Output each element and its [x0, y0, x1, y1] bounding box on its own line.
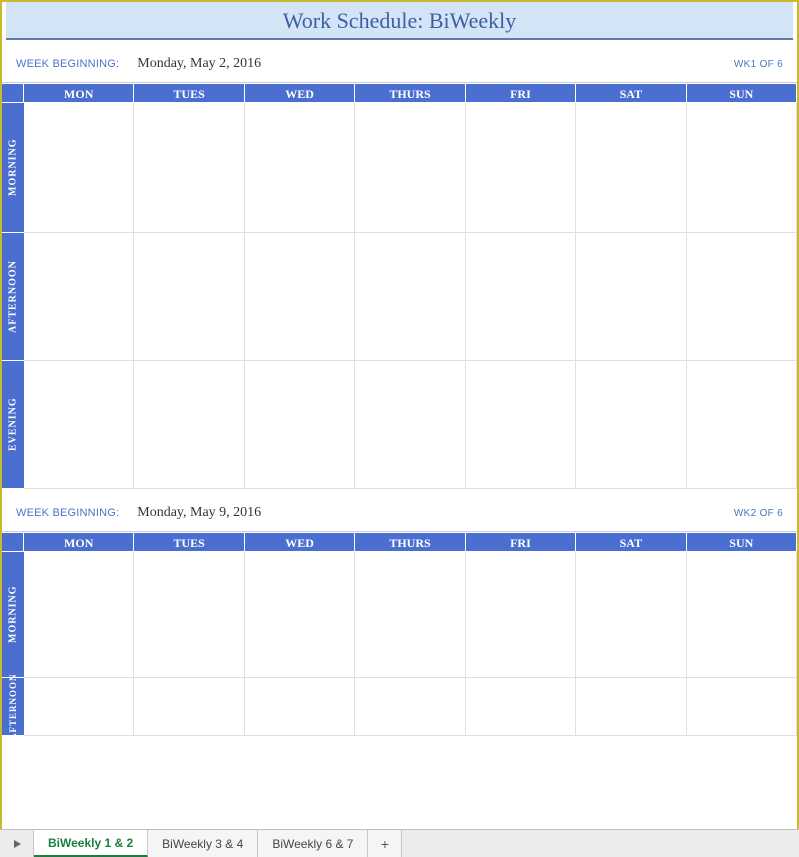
cell[interactable] — [245, 361, 355, 489]
cell[interactable] — [24, 103, 134, 233]
period-afternoon: AFTERNOON — [2, 233, 24, 361]
cell[interactable] — [355, 103, 465, 233]
cell[interactable] — [576, 233, 686, 361]
play-icon — [12, 839, 22, 849]
week-beginning-label: WEEK BEGINNING: — [16, 58, 119, 70]
period-afternoon-text: AFTERNOON — [8, 673, 18, 740]
cell[interactable] — [24, 678, 134, 736]
cell[interactable] — [24, 552, 134, 678]
cell[interactable] — [24, 361, 134, 489]
period-evening: EVENING — [2, 361, 24, 489]
week1-meta: WEEK BEGINNING: Monday, May 2, 2016 WK1 … — [2, 40, 797, 82]
document-frame: Work Schedule: BiWeekly WEEK BEGINNING: … — [0, 0, 799, 857]
cell[interactable] — [687, 233, 797, 361]
cell[interactable] — [134, 678, 244, 736]
week1-date: Monday, May 2, 2016 — [137, 56, 261, 72]
cell[interactable] — [687, 361, 797, 489]
cell[interactable] — [576, 552, 686, 678]
cell[interactable] — [134, 103, 244, 233]
cell[interactable] — [355, 233, 465, 361]
tab-biweekly-1-2[interactable]: BiWeekly 1 & 2 — [34, 830, 148, 857]
period-afternoon-partial: AFTERNOON — [2, 678, 24, 736]
day-header-tues: TUES — [134, 83, 244, 103]
cell[interactable] — [134, 233, 244, 361]
cell[interactable] — [576, 361, 686, 489]
sheet-tab-bar: BiWeekly 1 & 2 BiWeekly 3 & 4 BiWeekly 6… — [0, 829, 799, 857]
week-beginning-label: WEEK BEGINNING: — [16, 507, 119, 519]
cell[interactable] — [355, 552, 465, 678]
week2-date: Monday, May 9, 2016 — [137, 505, 261, 521]
tab-biweekly-3-4[interactable]: BiWeekly 3 & 4 — [148, 830, 258, 857]
day-header-thurs: THURS — [355, 83, 465, 103]
cell[interactable] — [576, 678, 686, 736]
day-header-fri: FRI — [466, 83, 576, 103]
week2-grid: MON TUES WED THURS FRI SAT SUN MORNING A… — [2, 531, 797, 736]
cell[interactable] — [466, 552, 576, 678]
day-header-mon: MON — [24, 83, 134, 103]
title-bar: Work Schedule: BiWeekly — [6, 2, 793, 40]
day-header-tues: TUES — [134, 532, 244, 552]
cell[interactable] — [134, 552, 244, 678]
tab-biweekly-6-7[interactable]: BiWeekly 6 & 7 — [258, 830, 368, 857]
day-header-wed: WED — [245, 532, 355, 552]
cell[interactable] — [355, 678, 465, 736]
cell[interactable] — [466, 678, 576, 736]
tab-nav-button[interactable] — [0, 830, 34, 857]
day-header-sun: SUN — [687, 532, 797, 552]
cell[interactable] — [687, 552, 797, 678]
week1-grid: MON TUES WED THURS FRI SAT SUN MORNING A… — [2, 82, 797, 489]
cell[interactable] — [466, 103, 576, 233]
cell[interactable] — [466, 233, 576, 361]
cell[interactable] — [355, 361, 465, 489]
period-morning: MORNING — [2, 103, 24, 233]
day-header-wed: WED — [245, 83, 355, 103]
cell[interactable] — [576, 103, 686, 233]
header-corner — [2, 83, 24, 103]
cell[interactable] — [245, 103, 355, 233]
day-header-fri: FRI — [466, 532, 576, 552]
scroll-region[interactable]: WEEK BEGINNING: Monday, May 2, 2016 WK1 … — [2, 40, 797, 855]
header-corner — [2, 532, 24, 552]
week2-counter: WK2 OF 6 — [734, 508, 783, 519]
cell[interactable] — [134, 361, 244, 489]
cell[interactable] — [24, 233, 134, 361]
cell[interactable] — [245, 552, 355, 678]
day-header-sat: SAT — [576, 532, 686, 552]
cell[interactable] — [466, 361, 576, 489]
cell[interactable] — [687, 678, 797, 736]
day-header-sat: SAT — [576, 83, 686, 103]
page-title: Work Schedule: BiWeekly — [6, 8, 793, 34]
add-sheet-button[interactable]: + — [368, 830, 402, 857]
week2-meta: WEEK BEGINNING: Monday, May 9, 2016 WK2 … — [2, 489, 797, 531]
cell[interactable] — [687, 103, 797, 233]
cell[interactable] — [245, 233, 355, 361]
cell[interactable] — [245, 678, 355, 736]
day-header-mon: MON — [24, 532, 134, 552]
period-morning: MORNING — [2, 552, 24, 678]
week1-counter: WK1 OF 6 — [734, 59, 783, 70]
day-header-sun: SUN — [687, 83, 797, 103]
day-header-thurs: THURS — [355, 532, 465, 552]
